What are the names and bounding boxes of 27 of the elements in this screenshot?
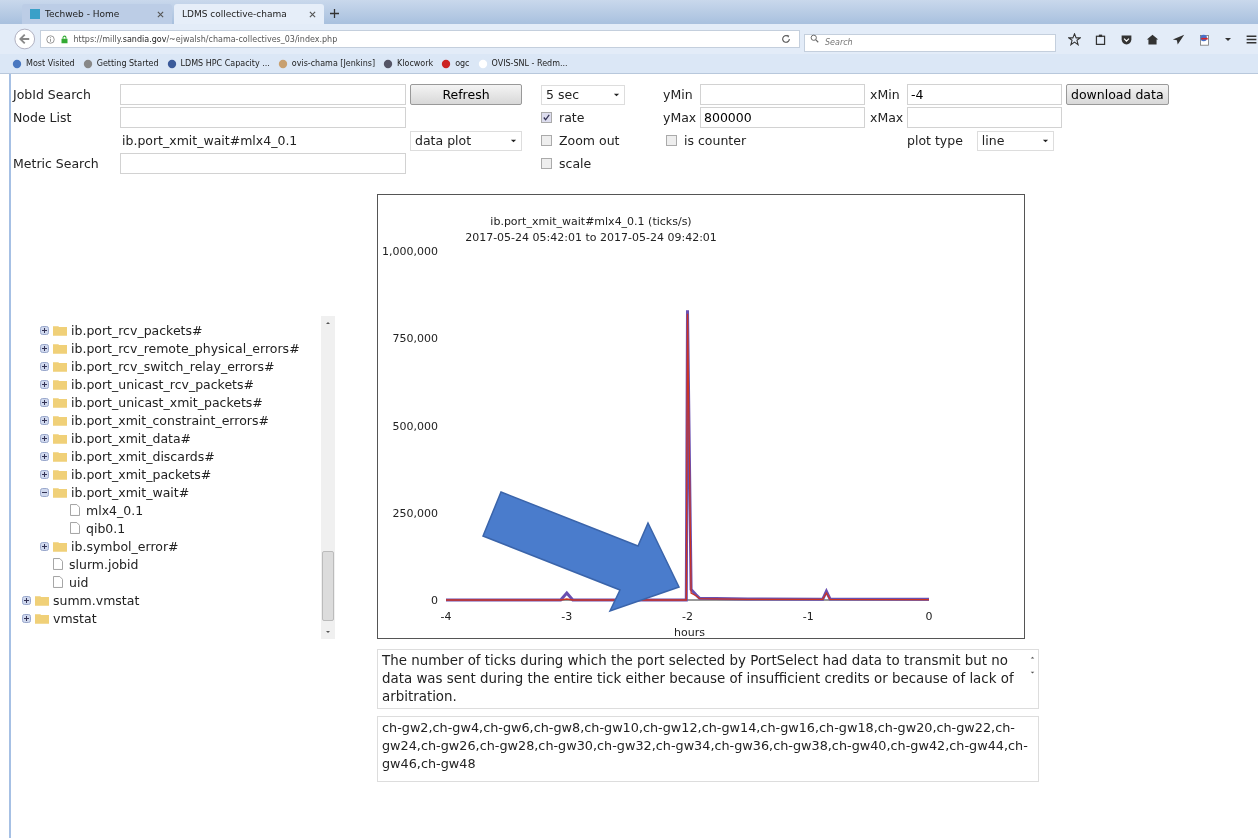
y-tick-label: 750,000 — [392, 332, 438, 346]
zoom-out-label: Zoom out — [559, 133, 620, 148]
chart-subtitle: 2017-05-24 05:42:01 to 2017-05-24 09:42:01 — [465, 231, 717, 244]
plot-type-label: plot type — [907, 133, 963, 148]
ymax-label: yMax — [663, 110, 698, 125]
x-tick-label: -1 — [802, 610, 814, 623]
x-tick-label: 0 — [925, 610, 933, 623]
y-tick-label: 0 — [431, 594, 438, 607]
y-tick-label: 500,000 — [392, 419, 438, 433]
y-tick-label: 250,000 — [392, 506, 438, 520]
x-tick-label: -4 — [440, 610, 452, 623]
chart-title: ib.port_xmit_wait#mlx4_0.1 (ticks/s) — [490, 215, 692, 228]
scale-label: scale — [559, 156, 592, 171]
x-tick-label: -2 — [682, 610, 693, 623]
x-axis-label: hours — [674, 626, 705, 638]
y-tick-label: 1,000,000 — [382, 245, 438, 258]
x-tick-label: -3 — [561, 610, 573, 623]
xmin-label: xMin — [870, 87, 901, 102]
node-list-label: Node List — [13, 110, 73, 125]
metric-search-label: Metric Search — [13, 156, 100, 171]
rate-label: rate — [559, 110, 585, 125]
metric-name: ib.port_xmit_wait#mlx4_0.1 — [121, 133, 299, 148]
xmax-label: xMax — [870, 110, 905, 125]
jobid-label: JobId Search — [13, 87, 92, 102]
url-text: https://milly.sandia.gov/~ejwalsh/chama-collectives_03/index.php — [73, 34, 339, 44]
counter-label: is counter — [684, 133, 747, 148]
ymin-label: yMin — [663, 87, 694, 102]
